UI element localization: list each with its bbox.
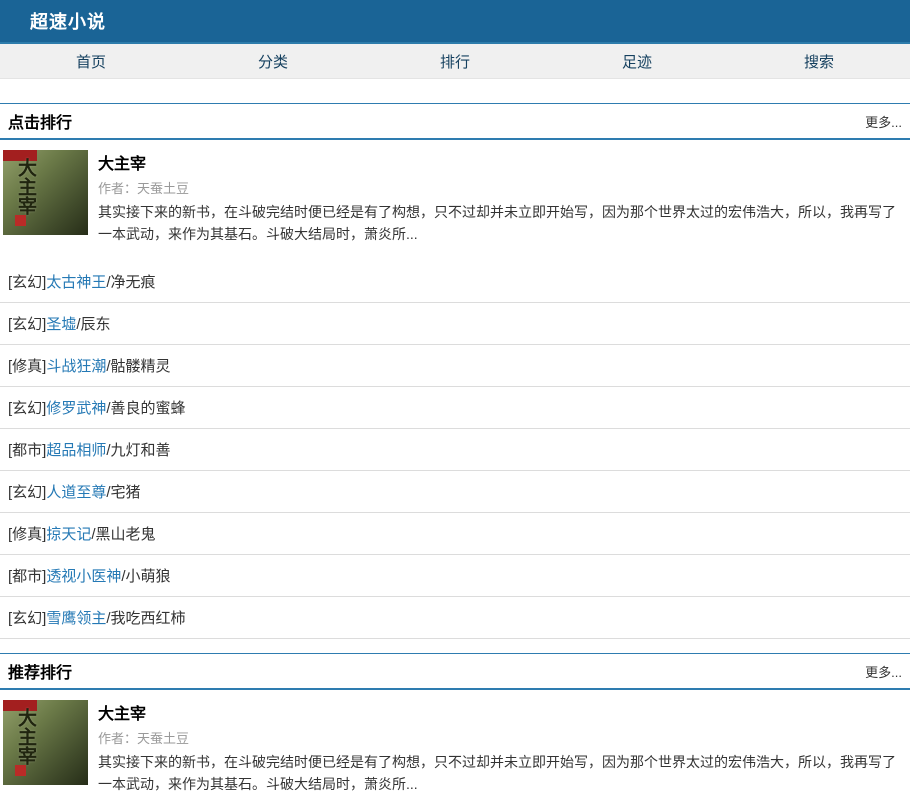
book-title-link[interactable]: 超品相师 <box>46 442 106 459</box>
rank-list-item[interactable]: [都市]超品相师/九灯和善 <box>0 429 910 471</box>
book-category: [玄幻] <box>8 610 46 627</box>
featured-book-description: 其实接下来的新书，在斗破完结时便已经是有了构想，只不过却并未立即开始写，因为那个… <box>98 202 902 245</box>
click-ranking-header: 点击排行 更多... <box>0 103 910 140</box>
rank-list-item[interactable]: [玄幻]雪鹰领主/我吃西红柿 <box>0 597 910 639</box>
section-title: 推荐排行 <box>8 659 72 683</box>
nav-item-home[interactable]: 首页 <box>0 44 182 78</box>
rank-list-item[interactable]: [修真]掠天记/黑山老鬼 <box>0 513 910 555</box>
site-title[interactable]: 超速小说 <box>30 8 106 34</box>
rank-list-item[interactable]: [玄幻]人道至尊/宅猪 <box>0 471 910 513</box>
rank-list-item[interactable]: [玄幻]圣墟/辰东 <box>0 303 910 345</box>
book-category: [都市] <box>8 568 46 585</box>
book-cover[interactable]: 大主宰 <box>3 150 88 235</box>
book-author: /我吃西红柿 <box>106 610 185 627</box>
click-ranking-section: 点击排行 更多... 大主宰 大主宰 作者：天蚕土豆 其实接下来的新书，在斗破完… <box>0 103 910 639</box>
book-author: /九灯和善 <box>106 442 170 459</box>
book-author: /善良的蜜蜂 <box>106 400 185 417</box>
rank-list-item[interactable]: [玄幻]修罗武神/善良的蜜蜂 <box>0 387 910 429</box>
book-category: [玄幻] <box>8 400 46 417</box>
cover-title-text: 大主宰 <box>13 158 40 215</box>
featured-book[interactable]: 大主宰 大主宰 作者：天蚕土豆 其实接下来的新书，在斗破完结时便已经是有了构想，… <box>0 140 910 253</box>
cover-title-text: 大主宰 <box>13 708 40 765</box>
cover-seal <box>15 765 26 776</box>
book-author: /宅猪 <box>106 484 140 501</box>
book-author: /黑山老鬼 <box>91 526 155 543</box>
book-title-link[interactable]: 斗战狂潮 <box>46 358 106 375</box>
app-header: 超速小说 <box>0 0 910 44</box>
book-author: /小萌狼 <box>121 568 170 585</box>
featured-book-author: 作者：天蚕土豆 <box>98 178 902 197</box>
book-category: [玄幻] <box>8 316 46 333</box>
book-title-link[interactable]: 雪鹰领主 <box>46 610 106 627</box>
book-cover[interactable]: 大主宰 <box>3 700 88 785</box>
book-author: /辰东 <box>76 316 110 333</box>
book-title-link[interactable]: 太古神王 <box>46 274 106 291</box>
nav-item-categories[interactable]: 分类 <box>182 44 364 78</box>
section-title: 点击排行 <box>8 109 72 133</box>
book-title-link[interactable]: 透视小医神 <box>46 568 121 585</box>
nav-item-ranking[interactable]: 排行 <box>364 44 546 78</box>
featured-book-title[interactable]: 大主宰 <box>98 150 146 174</box>
featured-book-title[interactable]: 大主宰 <box>98 700 146 724</box>
more-link[interactable]: 更多... <box>865 662 902 681</box>
cover-seal <box>15 215 26 226</box>
main-nav: 首页 分类 排行 足迹 搜索 <box>0 44 910 79</box>
book-category: [修真] <box>8 358 46 375</box>
book-author: /骷髅精灵 <box>106 358 170 375</box>
nav-item-footprints[interactable]: 足迹 <box>546 44 728 78</box>
book-category: [玄幻] <box>8 484 46 501</box>
featured-book-body: 大主宰 作者：天蚕土豆 其实接下来的新书，在斗破完结时便已经是有了构想，只不过却… <box>98 150 902 245</box>
rank-list-item[interactable]: [玄幻]太古神王/净无痕 <box>0 261 910 303</box>
book-author: /净无痕 <box>106 274 155 291</box>
rank-list-item[interactable]: [都市]透视小医神/小萌狼 <box>0 555 910 597</box>
more-link[interactable]: 更多... <box>865 112 902 131</box>
featured-book[interactable]: 大主宰 大主宰 作者：天蚕土豆 其实接下来的新书，在斗破完结时便已经是有了构想，… <box>0 690 910 803</box>
rank-list-item[interactable]: [修真]斗战狂潮/骷髅精灵 <box>0 345 910 387</box>
nav-item-search[interactable]: 搜索 <box>728 44 910 78</box>
book-category: [修真] <box>8 526 46 543</box>
recommend-ranking-section: 推荐排行 更多... 大主宰 大主宰 作者：天蚕土豆 其实接下来的新书，在斗破完… <box>0 653 910 803</box>
book-title-link[interactable]: 掠天记 <box>46 526 91 543</box>
book-title-link[interactable]: 修罗武神 <box>46 400 106 417</box>
featured-book-author: 作者：天蚕土豆 <box>98 728 902 747</box>
book-category: [玄幻] <box>8 274 46 291</box>
book-category: [都市] <box>8 442 46 459</box>
rank-list: [玄幻]太古神王/净无痕 [玄幻]圣墟/辰东 [修真]斗战狂潮/骷髅精灵 [玄幻… <box>0 261 910 639</box>
book-title-link[interactable]: 人道至尊 <box>46 484 106 501</box>
featured-book-description: 其实接下来的新书，在斗破完结时便已经是有了构想，只不过却并未立即开始写，因为那个… <box>98 752 902 795</box>
featured-book-body: 大主宰 作者：天蚕土豆 其实接下来的新书，在斗破完结时便已经是有了构想，只不过却… <box>98 700 902 795</box>
book-title-link[interactable]: 圣墟 <box>46 316 76 333</box>
recommend-ranking-header: 推荐排行 更多... <box>0 653 910 690</box>
